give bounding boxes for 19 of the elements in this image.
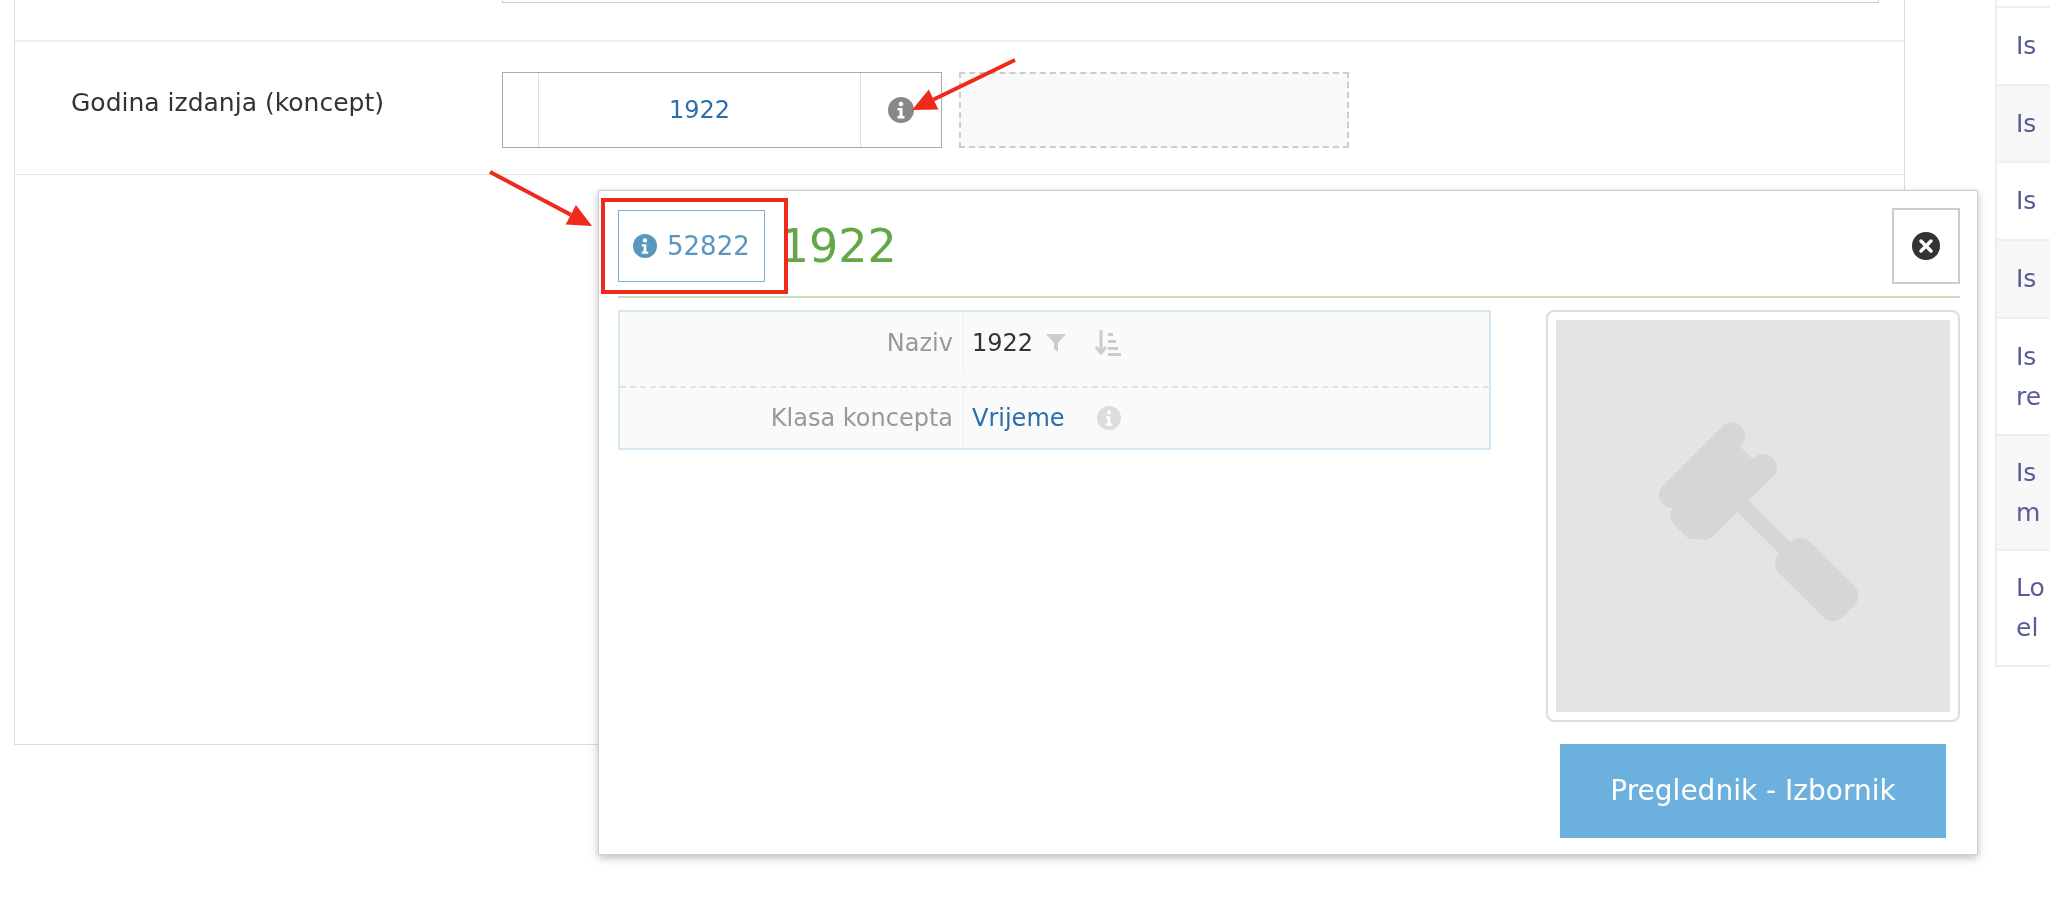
property-label: Naziv [620,312,964,374]
popup-title: 1922 [779,217,897,275]
info-icon [633,234,657,258]
filter-icon[interactable] [1045,332,1068,354]
drop-zone[interactable] [959,72,1349,148]
property-link[interactable]: Vrijeme [972,400,1065,436]
list-item[interactable]: Is [1997,86,2050,163]
property-value: 1922 [972,328,1034,359]
list-item[interactable]: Lo el [1997,551,2050,667]
info-icon[interactable] [888,97,914,123]
list-item[interactable]: Is m [1997,436,2050,551]
id-badge[interactable]: 52822 [618,210,765,282]
close-icon [1912,232,1940,260]
list-item[interactable]: Is [1997,241,2050,319]
field-value[interactable]: 1922 [539,73,861,147]
field-label: Godina izdanja (koncept) [70,87,385,119]
close-button[interactable] [1892,208,1960,284]
property-label: Klasa koncepta [620,388,964,448]
sort-icon[interactable] [1095,329,1122,357]
